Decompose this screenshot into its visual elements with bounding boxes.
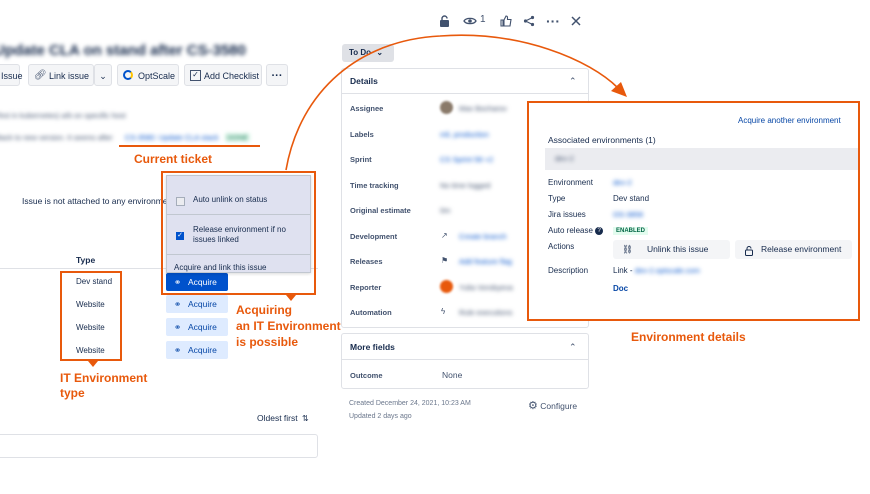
jira-issues-value[interactable]: OS-3858 — [613, 210, 643, 219]
unlink-label: Unlink this issue — [647, 244, 709, 254]
auto-release-text: Auto release — [548, 226, 593, 235]
description-value: Link - dev-2.optscale.com — [613, 266, 700, 275]
release-environment-button[interactable]: Release environment — [735, 240, 852, 259]
auto-release-badge: ENABLED — [613, 227, 649, 235]
unlink-issue-button[interactable]: ⛓ Unlink this issue — [613, 240, 730, 259]
unlock-icon — [745, 244, 753, 256]
environment-value[interactable]: dev-2 — [613, 178, 632, 187]
environment-details-panel: Acquire another environment Associated e… — [527, 101, 860, 321]
jira-issues-label: Jira issues — [548, 210, 586, 219]
environment-details-annotation: Environment details — [631, 330, 746, 344]
unlink-icon: ⛓ — [622, 244, 633, 254]
associated-environment-row[interactable]: dev-2 — [545, 148, 858, 170]
release-label: Release environment — [761, 244, 842, 254]
actions-label: Actions — [548, 242, 575, 251]
help-icon[interactable]: ? — [595, 226, 604, 235]
associated-environments-header: Associated environments (1) — [548, 135, 656, 145]
doc-link[interactable]: Doc — [613, 284, 628, 293]
description-link[interactable]: dev-2.optscale.com — [635, 266, 700, 275]
type-value: Dev stand — [613, 194, 650, 203]
description-label: Description — [548, 266, 589, 275]
env-chip: dev-2 — [555, 154, 574, 163]
acquire-another-link[interactable]: Acquire another environment — [738, 116, 841, 125]
auto-release-label: Auto release ? — [548, 226, 604, 235]
description-text: Link - — [613, 266, 633, 275]
type-label: Type — [548, 194, 566, 203]
environment-label: Environment — [548, 178, 593, 187]
